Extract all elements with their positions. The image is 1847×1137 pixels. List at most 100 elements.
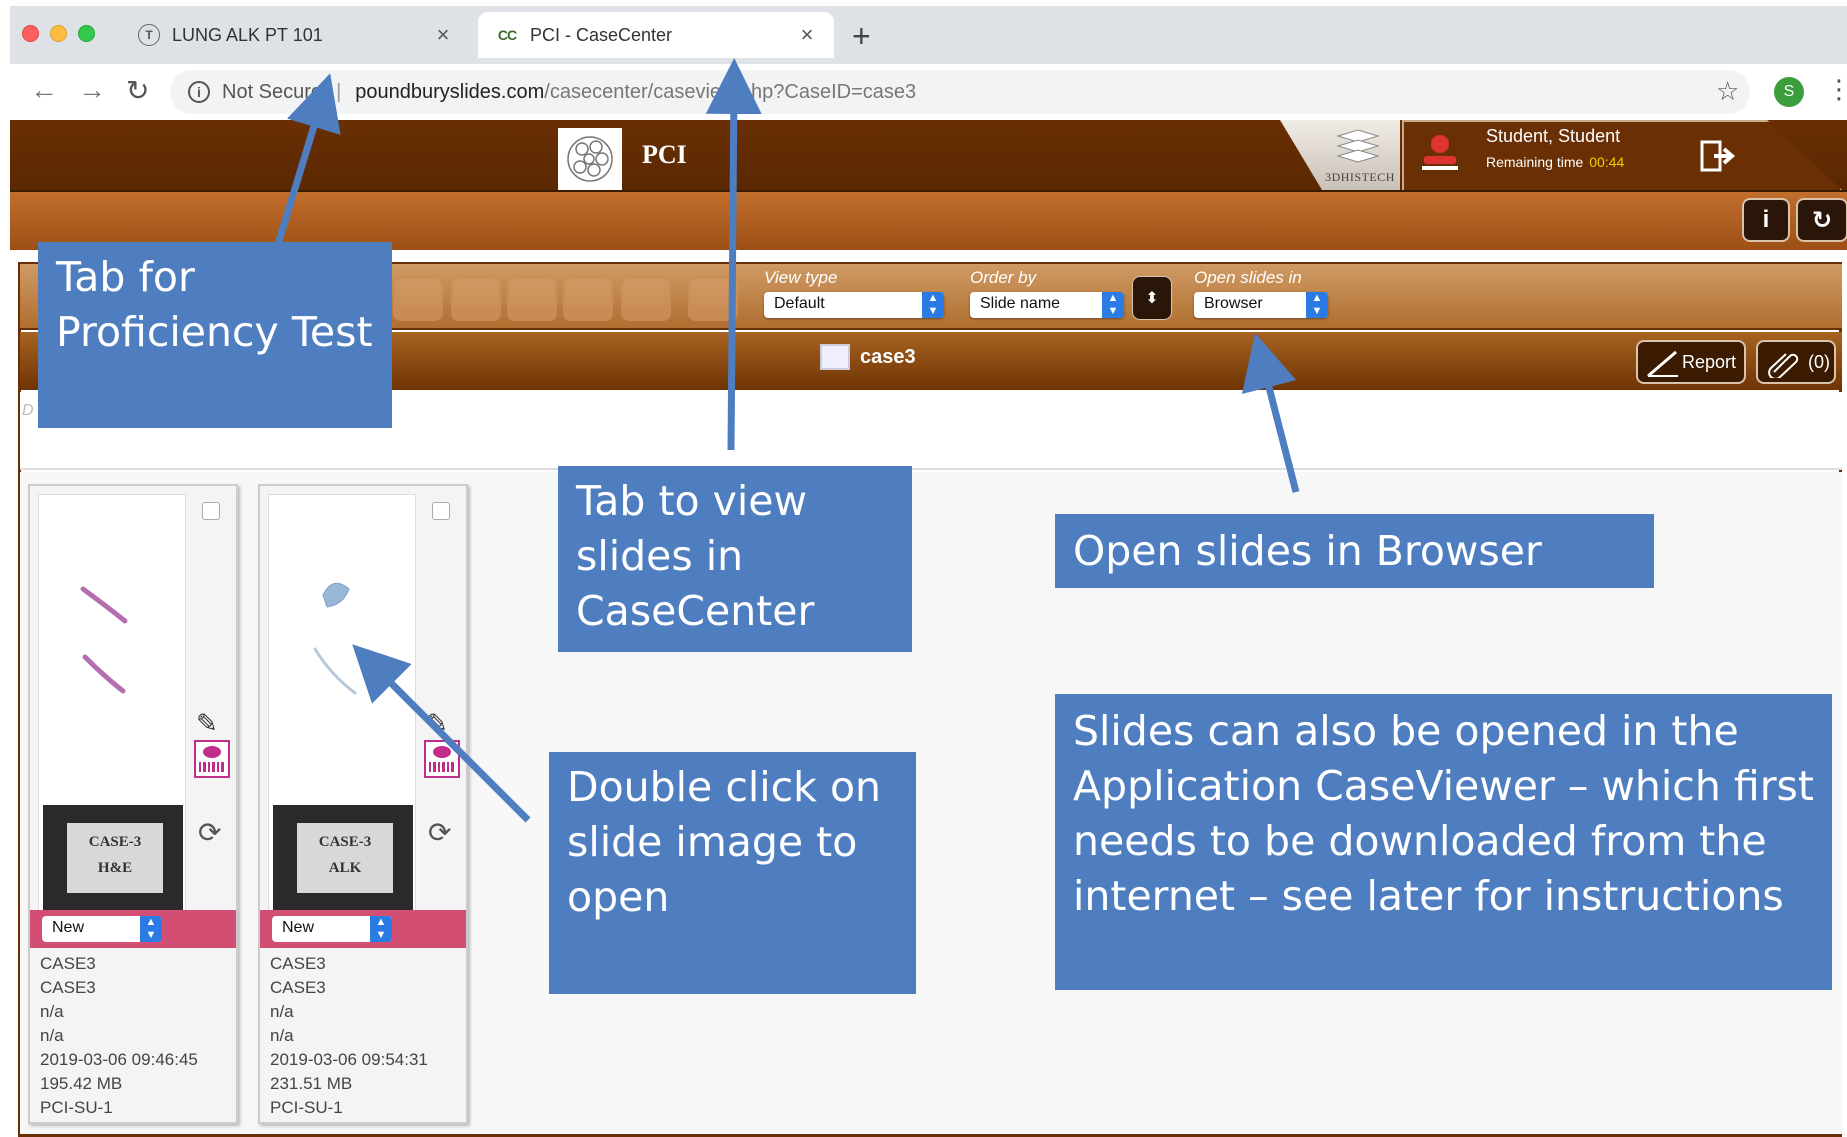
reload-icon[interactable]: ↻: [126, 74, 149, 107]
url-separator: |: [336, 80, 342, 103]
forward-arrow-icon[interactable]: →: [78, 74, 106, 106]
close-window-button[interactable]: [22, 25, 39, 42]
url-path: /casecenter/caseview.php?CaseID=case3: [544, 80, 917, 103]
description-fragment: D: [22, 402, 34, 419]
slide-status-value: New: [282, 919, 315, 936]
new-tab-button[interactable]: +: [852, 18, 871, 55]
chevron-updown-icon: ▲ ▼: [140, 916, 162, 942]
page: T LUNG ALK PT 101 × CC PCI - CaseCenter …: [0, 0, 1847, 1137]
chevron-updown-icon: ▲ ▼: [1102, 292, 1124, 318]
slide-thumbnail[interactable]: CASE-3 ALK: [268, 494, 416, 918]
slide-meta-size: 195.42 MB: [40, 1074, 123, 1093]
url-host: poundburyslides.com: [355, 80, 545, 103]
report-label: Report: [1682, 351, 1737, 372]
open-slides-in-label: Open slides in: [1194, 268, 1302, 287]
slide-meta-name: CASE3: [270, 978, 326, 997]
barcode-icon[interactable]: [194, 740, 230, 778]
kebab-menu-icon[interactable]: ⋮: [1826, 74, 1847, 105]
slide-label-line2: H&E: [97, 860, 133, 876]
view-type-label: View type: [764, 268, 838, 287]
slide-label-line2: ALK: [328, 860, 362, 876]
tab-close-icon[interactable]: ×: [792, 22, 822, 48]
view-type-select[interactable]: Default ▲ ▼: [764, 292, 944, 318]
image-tool-icon[interactable]: [563, 277, 613, 321]
report-button[interactable]: Report: [1636, 340, 1746, 384]
tab-favicon-icon: T: [138, 24, 160, 46]
refresh-button[interactable]: ↻: [1796, 198, 1847, 242]
slide-status-select[interactable]: New ▲ ▼: [272, 916, 392, 942]
slide-label-paper: CASE-3 H&E: [67, 823, 163, 893]
chevron-updown-icon: ▲ ▼: [922, 292, 944, 318]
order-by-value: Slide name: [980, 295, 1061, 312]
transfer-tool-icon[interactable]: [688, 277, 738, 321]
chevron-updown-icon: ▲ ▼: [1306, 292, 1328, 318]
status-row: New ▲ ▼: [260, 910, 466, 948]
slide-label-line1: CASE-3: [88, 834, 142, 850]
profile-avatar[interactable]: S: [1774, 77, 1804, 107]
tab-casecenter[interactable]: CC PCI - CaseCenter ×: [478, 12, 834, 58]
report-icon: [1647, 350, 1678, 378]
logout-icon[interactable]: [1700, 140, 1740, 172]
back-arrow-icon[interactable]: ←: [30, 74, 58, 106]
slide-label-paper: CASE-3 ALK: [297, 823, 393, 893]
open-slides-in-select[interactable]: Browser ▲ ▼: [1194, 292, 1328, 318]
slide-meta-scanner: PCI-SU-1: [270, 1098, 343, 1117]
slide-checkbox[interactable]: [432, 502, 450, 520]
edit-pencil-icon[interactable]: ✎: [196, 708, 218, 739]
tab-title: PCI - CaseCenter: [530, 24, 673, 45]
pci-logo: [558, 128, 622, 190]
edit-pencil-icon[interactable]: ✎: [426, 708, 448, 739]
callout-proficiency-tab: Tab for Proficiency Test: [38, 242, 392, 428]
slide-meta-block: n/a: [270, 1026, 294, 1045]
rotate-icon[interactable]: ⟳: [198, 816, 221, 849]
tissue-image: [80, 586, 128, 694]
minimize-window-button[interactable]: [50, 25, 67, 42]
tab-close-icon[interactable]: ×: [428, 22, 458, 48]
slide-meta-case: CASE3: [270, 954, 326, 973]
callout-caseviewer: Slides can also be opened in the Applica…: [1055, 694, 1832, 990]
brand-name: 3DHISTECH: [1325, 170, 1395, 184]
email-tool-icon[interactable]: [507, 277, 557, 321]
slide-meta-name: CASE3: [40, 978, 96, 997]
sort-direction-button[interactable]: ⬍: [1132, 276, 1172, 320]
remaining-time-value: 00:44: [1589, 154, 1625, 170]
url-bar[interactable]: i Not Secure | poundburyslides.com/casec…: [170, 70, 1750, 114]
callout-open-browser: Open slides in Browser: [1055, 514, 1654, 588]
user-name: Student, Student: [1486, 126, 1621, 146]
callout-double-click: Double click on slide image to open: [549, 752, 916, 994]
tissue-image: [313, 582, 357, 695]
not-secure-label: Not Secure: [222, 80, 323, 103]
tab-lung-alk-pt-101[interactable]: T LUNG ALK PT 101 ×: [120, 12, 470, 58]
slide-meta-scanner: PCI-SU-1: [40, 1098, 113, 1117]
order-by-select[interactable]: Slide name ▲ ▼: [970, 292, 1124, 318]
paperclip-icon: [1768, 353, 1799, 378]
slide-card[interactable]: CASE-3 ALK ✎ ⟳ New ▲ ▼ CASE3 CASE3 n/a n/…: [258, 484, 468, 1124]
info-button[interactable]: i: [1742, 198, 1790, 242]
open-slides-in-value: Browser: [1204, 295, 1263, 312]
snapshot-tool-icon[interactable]: [621, 277, 671, 321]
remaining-time-label: Remaining time: [1486, 154, 1584, 170]
case-title: case3: [860, 346, 916, 368]
slide-label-image: CASE-3 ALK: [273, 805, 413, 911]
bookmark-star-icon[interactable]: ☆: [1716, 76, 1739, 107]
user-icon: [1420, 130, 1460, 174]
zoom-window-button[interactable]: [78, 25, 95, 42]
case-list-icon: [820, 344, 850, 370]
slide-thumbnail[interactable]: CASE-3 H&E: [38, 494, 186, 918]
slide-status-select[interactable]: New ▲ ▼: [42, 916, 162, 942]
slide-checkbox[interactable]: [202, 502, 220, 520]
delete-tool-icon[interactable]: [393, 277, 443, 321]
slide-meta-case: CASE3: [40, 954, 96, 973]
slide-meta-date: 2019-03-06 09:54:31: [270, 1050, 428, 1069]
slide-label-image: CASE-3 H&E: [43, 805, 183, 911]
slide-card[interactable]: CASE-3 H&E ✎ ⟳ New ▲ ▼ CASE3 CASE3 n/a n/…: [28, 484, 238, 1124]
info-icon[interactable]: i: [188, 81, 210, 103]
view-type-value: Default: [774, 295, 825, 312]
address-toolbar: ← → ↻ i Not Secure | poundburyslides.com…: [10, 64, 1847, 120]
export-tool-icon[interactable]: [451, 277, 501, 321]
rotate-icon[interactable]: ⟳: [428, 816, 451, 849]
attachments-button[interactable]: (0): [1756, 340, 1836, 384]
callout-casecenter-tab: Tab to view slides in CaseCenter: [558, 466, 912, 652]
barcode-icon[interactable]: [424, 740, 460, 778]
slide-meta-size: 231.51 MB: [270, 1074, 353, 1093]
